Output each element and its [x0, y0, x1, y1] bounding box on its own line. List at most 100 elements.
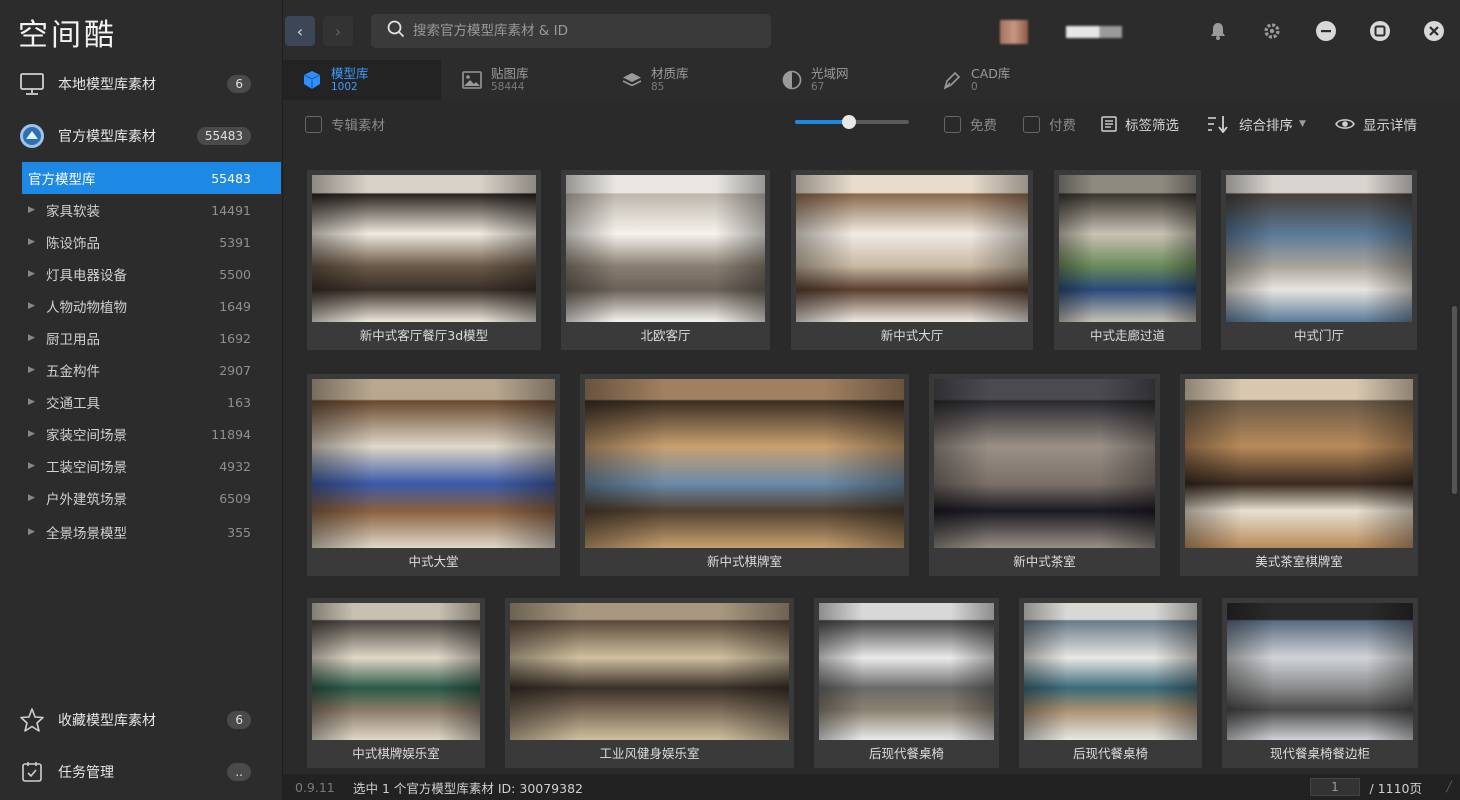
sidebar-category-item[interactable]: ▶ 五金构件 2907: [22, 354, 281, 386]
sidebar-official-library[interactable]: 官方模型库素材 55483: [0, 114, 283, 158]
username-blurred[interactable]: [1066, 26, 1122, 38]
model-card[interactable]: 新中式茶室: [929, 374, 1160, 576]
sidebar-category-item[interactable]: ▶ 工装空间场景 4932: [22, 450, 281, 482]
model-thumbnail[interactable]: [1024, 603, 1197, 740]
model-caption: 新中式茶室: [1013, 554, 1076, 569]
expand-arrow-icon[interactable]: ▶: [22, 269, 46, 279]
model-card[interactable]: 工业风健身娱乐室: [505, 598, 794, 768]
model-thumbnail[interactable]: [566, 175, 765, 322]
sidebar-official-count: 55483: [196, 127, 251, 145]
free-checkbox[interactable]: 免费: [944, 114, 997, 134]
model-card[interactable]: 后现代餐桌椅: [1019, 598, 1202, 768]
model-caption: 北欧客厅: [640, 328, 691, 343]
category-count: 2907: [219, 362, 251, 378]
sidebar-category-item[interactable]: ▶ 家装空间场景 11894: [22, 418, 281, 450]
gear-icon[interactable]: [1261, 20, 1283, 42]
thumbnail-shading: [1059, 175, 1196, 322]
model-card[interactable]: 后现代餐桌椅: [814, 598, 999, 768]
task-calendar-icon: [18, 758, 46, 786]
sidebar-category-item[interactable]: ▶ 全景场景模型 355: [22, 516, 281, 548]
sidebar-favorites[interactable]: 收藏模型库素材 6: [0, 698, 283, 742]
sidebar-category-item[interactable]: 官方模型库 55483: [22, 162, 281, 194]
expand-arrow-icon[interactable]: ▶: [22, 365, 46, 375]
model-thumbnail[interactable]: [1059, 175, 1196, 322]
model-card[interactable]: 新中式棋牌室: [580, 374, 909, 576]
minimize-icon[interactable]: [1315, 20, 1337, 42]
model-card[interactable]: 中式门厅: [1221, 170, 1417, 350]
album-checkbox[interactable]: 专辑素材: [305, 114, 385, 134]
scrollbar-thumb[interactable]: [1452, 306, 1457, 494]
sidebar-category-item[interactable]: ▶ 家具软装 14491: [22, 194, 281, 226]
model-card[interactable]: 中式大堂: [307, 374, 560, 576]
model-thumbnail[interactable]: [585, 379, 904, 548]
model-card[interactable]: 北欧客厅: [561, 170, 770, 350]
bell-icon[interactable]: [1207, 20, 1229, 42]
expand-arrow-icon[interactable]: ▶: [22, 493, 46, 503]
model-grid: 新中式客厅餐厅3d模型 北欧客厅 新中式大厅 中式走廊过道 中式门厅中式大堂 新中式棋牌室…: [283, 146, 1449, 774]
model-thumbnail[interactable]: [1226, 175, 1412, 322]
sidebar: 空间酷 本地模型库素材 6 官方模型库素材 55483 官方模型库 55483 ▶ 家…: [0, 0, 283, 800]
sidebar-category-item[interactable]: ▶ 交通工具 163: [22, 386, 281, 418]
page-input[interactable]: 1: [1310, 778, 1360, 796]
search-input[interactable]: [413, 23, 753, 39]
sort-dropdown[interactable]: 综合排序 ▼: [1207, 114, 1306, 134]
model-thumbnail[interactable]: [510, 603, 789, 740]
model-thumbnail[interactable]: [312, 379, 555, 548]
paid-checkbox[interactable]: 付费: [1023, 114, 1076, 134]
back-button[interactable]: ‹: [285, 16, 315, 46]
expand-arrow-icon[interactable]: ▶: [22, 301, 46, 311]
model-card[interactable]: 新中式客厅餐厅3d模型: [307, 170, 541, 350]
model-card[interactable]: 中式走廊过道: [1054, 170, 1201, 350]
chevron-left-icon: ‹: [296, 21, 304, 41]
slider-thumb[interactable]: [841, 115, 856, 129]
sidebar-tasks[interactable]: 任务管理 ..: [0, 750, 283, 794]
scrollbar[interactable]: [1449, 146, 1460, 774]
expand-arrow-icon[interactable]: ▶: [22, 237, 46, 247]
expand-arrow-icon[interactable]: ▶: [22, 205, 46, 215]
close-icon[interactable]: [1423, 20, 1445, 42]
sidebar-category-item[interactable]: ▶ 人物动物植物 1649: [22, 290, 281, 322]
tab-model-library[interactable]: 模型库 1002: [283, 60, 441, 100]
model-card[interactable]: 现代餐桌椅餐边柜: [1222, 598, 1418, 768]
sidebar-category-item[interactable]: ▶ 灯具电器设备 5500: [22, 258, 281, 290]
category-name: 官方模型库: [28, 172, 96, 188]
sidebar-category-item[interactable]: ▶ 陈设饰品 5391: [22, 226, 281, 258]
thumbnail-shading: [819, 603, 994, 740]
thumbnail-size-slider[interactable]: [795, 115, 909, 129]
expand-arrow-icon[interactable]: ▶: [22, 461, 46, 471]
chevron-right-icon: ›: [334, 21, 342, 41]
model-card[interactable]: 中式棋牌娱乐室: [307, 598, 485, 768]
tab-ies-library[interactable]: 光域网 67: [781, 60, 849, 100]
tab-texture-library[interactable]: 贴图库 58444: [461, 60, 529, 100]
forward-button[interactable]: ›: [323, 16, 353, 46]
model-card[interactable]: 新中式大厅: [791, 170, 1033, 350]
tab-cad-library[interactable]: CAD库 0: [941, 60, 1010, 100]
model-thumbnail[interactable]: [1185, 379, 1413, 548]
sidebar-category-item[interactable]: ▶ 厨卫用品 1692: [22, 322, 281, 354]
model-thumbnail[interactable]: [934, 379, 1155, 548]
sidebar-local-library[interactable]: 本地模型库素材 6: [0, 62, 283, 106]
thumbnail-shading: [510, 603, 789, 740]
model-thumbnail[interactable]: [312, 603, 480, 740]
tab-material-library[interactable]: 材质库 85: [621, 60, 689, 100]
maximize-icon[interactable]: [1369, 20, 1391, 42]
avatar[interactable]: [1000, 20, 1028, 44]
thumbnail-shading: [312, 175, 536, 322]
model-thumbnail[interactable]: [312, 175, 536, 322]
resize-grip-icon[interactable]: ╱: [1446, 782, 1452, 793]
expand-arrow-icon[interactable]: ▶: [22, 333, 46, 343]
model-thumbnail[interactable]: [1227, 603, 1413, 740]
model-card[interactable]: 美式茶室棋牌室: [1180, 374, 1418, 576]
expand-arrow-icon[interactable]: ▶: [22, 527, 46, 537]
model-thumbnail[interactable]: [819, 603, 994, 740]
model-thumbnail[interactable]: [796, 175, 1028, 322]
expand-arrow-icon[interactable]: ▶: [22, 397, 46, 407]
tag-filter-button[interactable]: 标签筛选: [1101, 114, 1179, 134]
show-details-button[interactable]: 显示详情: [1335, 114, 1417, 134]
tag-filter-label: 标签筛选: [1125, 118, 1179, 134]
expand-arrow-icon[interactable]: ▶: [22, 429, 46, 439]
model-caption: 中式门厅: [1293, 328, 1344, 343]
sidebar-category-item[interactable]: ▶ 户外建筑场景 6509: [22, 482, 281, 514]
layers-icon: [621, 69, 643, 91]
search-bar: [371, 14, 771, 48]
